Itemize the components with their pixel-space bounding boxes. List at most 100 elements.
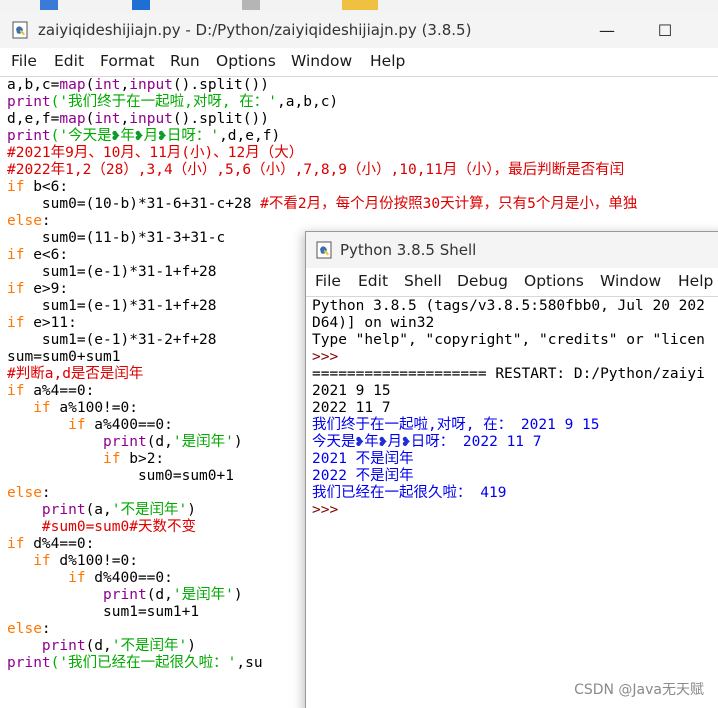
code-token: if bbox=[68, 570, 86, 586]
code-token: 我们终于在一起啦,对呀, 在： 2021 9 15 bbox=[312, 417, 600, 433]
app-icon[interactable] bbox=[130, 0, 152, 12]
code-token: ==================== RESTART: D:/Python/… bbox=[312, 366, 705, 382]
code-token: if bbox=[7, 315, 25, 331]
shell-menu-window[interactable]: Window bbox=[600, 272, 661, 290]
app-icon[interactable] bbox=[240, 0, 262, 12]
code-line: print('今天是❥年❥月❥日呀：',d,e,f) bbox=[7, 128, 718, 145]
code-token: if bbox=[103, 451, 121, 467]
shell-output[interactable]: Python 3.8.5 (tags/v3.8.5:580fbb0, Jul 2… bbox=[312, 298, 718, 519]
code-token: if bbox=[7, 536, 25, 552]
code-token: input bbox=[129, 77, 173, 93]
shell-line: >>> bbox=[312, 502, 718, 519]
code-token: 月 bbox=[143, 128, 159, 144]
shell-line: D64)] on win32 bbox=[312, 315, 718, 332]
code-token: input bbox=[129, 111, 173, 127]
code-token: sum1=sum1+1 bbox=[7, 604, 200, 620]
editor-menubar: File Edit Format Run Options Window Help bbox=[0, 48, 718, 77]
shell-line: Type "help", "copyright", "credits" or "… bbox=[312, 332, 718, 349]
code-token: map bbox=[59, 111, 86, 127]
code-token: if bbox=[7, 383, 25, 399]
code-token: '是闰年' bbox=[172, 434, 234, 450]
code-token: ,su bbox=[236, 655, 263, 671]
python-file-icon bbox=[12, 21, 28, 39]
shell-menu-help[interactable]: Help bbox=[678, 272, 713, 290]
code-token: ('我们已经在一起很久啦：' bbox=[50, 655, 237, 671]
code-token: 2022 不是闰年 bbox=[312, 468, 414, 484]
code-line: else: bbox=[7, 213, 718, 230]
code-line: if b<6: bbox=[7, 179, 718, 196]
code-token: #sum0=sum0#天数不变 bbox=[41, 519, 196, 535]
editor-titlebar[interactable]: zaiyiqideshijiajn.py - D:/Python/zaiyiqi… bbox=[0, 12, 718, 48]
code-token: >>> bbox=[312, 502, 347, 518]
shell-titlebar[interactable]: Python 3.8.5 Shell bbox=[306, 232, 718, 268]
heart-glyph: ❥ bbox=[134, 128, 144, 144]
code-token: (a, bbox=[85, 502, 112, 518]
shell-line: 我们终于在一起啦,对呀, 在： 2021 9 15 bbox=[312, 417, 718, 434]
code-token: ().split()) bbox=[172, 111, 269, 127]
code-token: ('今天是 bbox=[50, 128, 112, 144]
maximize-button[interactable]: ☐ bbox=[642, 18, 688, 44]
folder-icon[interactable] bbox=[340, 0, 380, 12]
shell-menu-edit[interactable]: Edit bbox=[358, 272, 388, 290]
code-token: sum0=(10-b)*31-6+31-c+28 bbox=[7, 196, 261, 212]
code-token: else bbox=[7, 213, 42, 229]
shell-line: 2022 不是闰年 bbox=[312, 468, 718, 485]
editor-menu-format[interactable]: Format bbox=[100, 52, 155, 70]
editor-menu-window[interactable]: Window bbox=[291, 52, 352, 70]
shell-menu-options[interactable]: Options bbox=[524, 272, 584, 290]
code-line: a,b,c=map(int,input().split()) bbox=[7, 77, 718, 94]
app-icon[interactable] bbox=[38, 0, 60, 12]
code-line: #2021年9月、10月、11月(小)、12月（大） bbox=[7, 145, 718, 162]
code-token: (d, bbox=[85, 638, 112, 654]
code-token: else bbox=[7, 485, 42, 501]
code-token: 2021 不是闰年 bbox=[312, 451, 414, 467]
shell-line: 2022 11 7 bbox=[312, 400, 718, 417]
code-token: print bbox=[41, 502, 86, 518]
editor-menu-run[interactable]: Run bbox=[170, 52, 200, 70]
code-token: , bbox=[120, 111, 130, 127]
minimize-button[interactable]: — bbox=[584, 18, 630, 44]
code-token: d%400==0: bbox=[85, 570, 173, 586]
shell-menu-debug[interactable]: Debug bbox=[457, 272, 508, 290]
code-token: if bbox=[33, 400, 51, 416]
editor-menu-edit[interactable]: Edit bbox=[54, 52, 84, 70]
python-shell-icon bbox=[316, 241, 332, 259]
code-token: ().split()) bbox=[172, 77, 269, 93]
editor-title: zaiyiqideshijiajn.py - D:/Python/zaiyiqi… bbox=[38, 21, 472, 39]
code-token: #判断a,d是否是闰年 bbox=[7, 366, 144, 382]
code-token: 年 bbox=[364, 434, 379, 450]
shell-line: >>> bbox=[312, 349, 718, 366]
code-token: b>2: bbox=[120, 451, 165, 467]
code-token: if bbox=[7, 179, 25, 195]
code-token: Python 3.8.5 (tags/v3.8.5:580fbb0, Jul 2… bbox=[312, 298, 705, 314]
code-token: D64)] on win32 bbox=[312, 315, 435, 331]
heart-glyph: ❥ bbox=[355, 434, 365, 450]
code-line: #2022年1,2（28）,3,4（小）,5,6（小）,7,8,9（小）,10,… bbox=[7, 162, 718, 179]
code-token: sum=sum0+sum1 bbox=[7, 349, 121, 365]
code-token: sum1=(e-1)*31-1+f+28 bbox=[7, 298, 217, 314]
code-token: : bbox=[41, 621, 51, 637]
shell-line: 2021 9 15 bbox=[312, 383, 718, 400]
code-token: map bbox=[59, 77, 86, 93]
heart-glyph: ❥ bbox=[401, 434, 411, 450]
code-line: d,e,f=map(int,input().split()) bbox=[7, 111, 718, 128]
shell-menu-shell[interactable]: Shell bbox=[404, 272, 442, 290]
shell-line: ==================== RESTART: D:/Python/… bbox=[312, 366, 718, 383]
code-token: if bbox=[68, 417, 86, 433]
code-token: a,b,c= bbox=[7, 77, 60, 93]
editor-menu-help[interactable]: Help bbox=[370, 52, 405, 70]
code-token: : bbox=[41, 485, 51, 501]
code-token: 我们已经在一起很久啦： 419 bbox=[312, 485, 507, 501]
code-token: sum1=(e-1)*31-1+f+28 bbox=[7, 264, 217, 280]
editor-menu-file[interactable]: File bbox=[11, 52, 37, 70]
shell-menu-file[interactable]: File bbox=[315, 272, 341, 290]
code-token: a%100!=0: bbox=[50, 400, 138, 416]
shell-line: 2021 不是闰年 bbox=[312, 451, 718, 468]
editor-menu-options[interactable]: Options bbox=[216, 52, 276, 70]
code-token: ) bbox=[187, 502, 196, 518]
watermark: CSDN @Java无天赋 bbox=[574, 682, 704, 698]
code-token: ) bbox=[233, 587, 243, 603]
heart-glyph: ❥ bbox=[158, 128, 167, 144]
